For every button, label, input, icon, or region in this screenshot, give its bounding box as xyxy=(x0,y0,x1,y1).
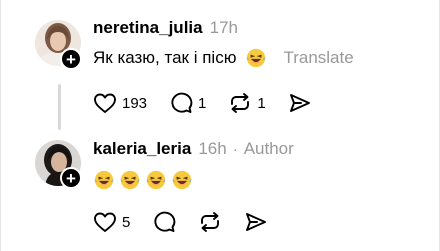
comment-icon xyxy=(171,92,193,113)
heart-icon xyxy=(94,212,116,232)
repost-button[interactable]: 1 xyxy=(228,92,266,114)
reply-count: 1 xyxy=(198,94,207,112)
timestamp[interactable]: 17h xyxy=(210,18,238,38)
post-actions: 193 1 1 xyxy=(93,92,334,114)
repost-count: 1 xyxy=(257,94,266,112)
post-text xyxy=(93,169,197,191)
comment-icon xyxy=(154,211,176,232)
reply-button[interactable]: 1 xyxy=(169,92,206,114)
thread-connector-line xyxy=(58,84,61,130)
grinning-squinting-tear-face-icon xyxy=(246,48,267,68)
plus-icon: + xyxy=(66,168,76,188)
plus-icon: + xyxy=(66,49,76,69)
reply-button[interactable] xyxy=(152,211,176,233)
repost-icon xyxy=(231,93,250,113)
username[interactable]: kaleria_leria xyxy=(93,139,191,159)
repost-icon xyxy=(201,212,220,232)
post-header: neretina_julia 17h xyxy=(93,18,238,38)
emoji-group xyxy=(93,169,197,191)
repost-button[interactable] xyxy=(198,211,222,233)
share-button[interactable] xyxy=(288,92,312,114)
grinning-squinting-tear-face-icon xyxy=(94,170,114,190)
grinning-squinting-tear-face-icon xyxy=(120,170,140,190)
post-text: Як казю, так і пісю Translate xyxy=(93,47,354,69)
like-count: 5 xyxy=(122,213,131,231)
timestamp[interactable]: 16h xyxy=(198,139,226,159)
translate-link[interactable]: Translate xyxy=(283,48,353,68)
like-count: 193 xyxy=(122,94,148,112)
post-text-content: Як казю, так і пісю xyxy=(93,48,237,67)
send-icon xyxy=(246,213,267,231)
username[interactable]: neretina_julia xyxy=(93,18,203,38)
follow-button[interactable]: + xyxy=(60,48,82,70)
author-label: Author xyxy=(243,139,294,158)
follow-button[interactable]: + xyxy=(60,167,82,189)
share-button[interactable] xyxy=(244,211,268,233)
replies-thread: + neretina_julia 17h Як казю, так і пісю xyxy=(0,0,440,251)
emoji-group xyxy=(245,47,271,69)
grinning-squinting-tear-face-icon xyxy=(146,170,166,190)
send-icon xyxy=(289,94,310,112)
separator-dot: · xyxy=(232,141,238,158)
post-actions: 5 xyxy=(93,211,290,233)
like-button[interactable]: 5 xyxy=(93,211,130,233)
like-button[interactable]: 193 xyxy=(93,92,147,114)
heart-icon xyxy=(94,93,116,113)
post-header: kaleria_leria 16h · Author xyxy=(93,139,294,159)
grinning-squinting-tear-face-icon xyxy=(172,170,192,190)
